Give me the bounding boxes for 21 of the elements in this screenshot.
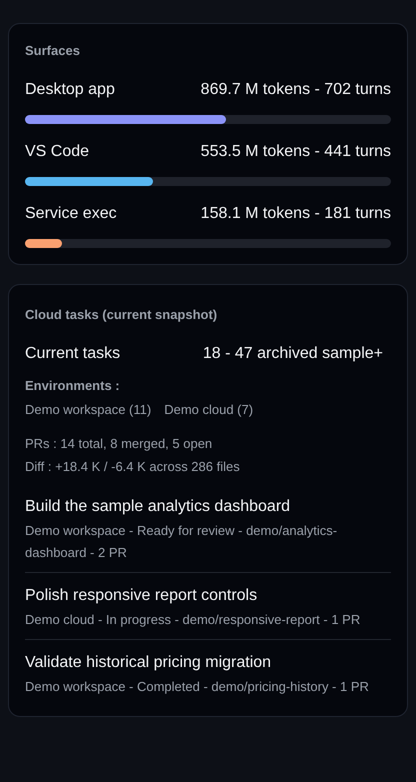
task-title: Validate historical pricing migration — [25, 653, 272, 673]
environments-label: Environments : — [25, 377, 121, 395]
task-meta: Demo workspace - Completed - demo/pricing-history - 1 PR — [25, 678, 370, 696]
task-title: Polish responsive report controls — [25, 586, 258, 606]
current-tasks-value: 18 - 47 archived sample+ — [202, 344, 383, 364]
task-meta: Demo cloud - In progress - demo/responsive-report - 1 PR — [25, 611, 362, 629]
environment-item: Demo workspace (11) — [25, 400, 152, 419]
surface-name: VS Code — [25, 142, 90, 162]
task-meta: Demo workspace - Ready for review - demo/analytics-dashboard - 2 PR — [25, 522, 338, 562]
surface-name: Service exec — [25, 204, 117, 224]
card-title: Surfaces — [25, 42, 81, 60]
environment-item: Demo cloud (7) — [164, 400, 254, 419]
current-tasks-label: Current tasks — [25, 344, 120, 364]
surface-name: Desktop app — [25, 80, 115, 100]
stats-line: Diff : +18.4 K / -6.4 K across 286 files — [25, 458, 241, 476]
usage-reading: 158.1 M tokens - 181 turns — [200, 204, 391, 224]
usage-reading: 869.7 M tokens - 702 turns — [200, 80, 391, 100]
usage-reading: 553.5 M tokens - 441 turns — [200, 142, 391, 162]
task-title: Build the sample analytics dashboard — [25, 497, 292, 517]
stats-line: PRs : 14 total, 8 merged, 5 open — [25, 435, 214, 453]
card-title: Cloud tasks (current snapshot) — [25, 306, 218, 324]
